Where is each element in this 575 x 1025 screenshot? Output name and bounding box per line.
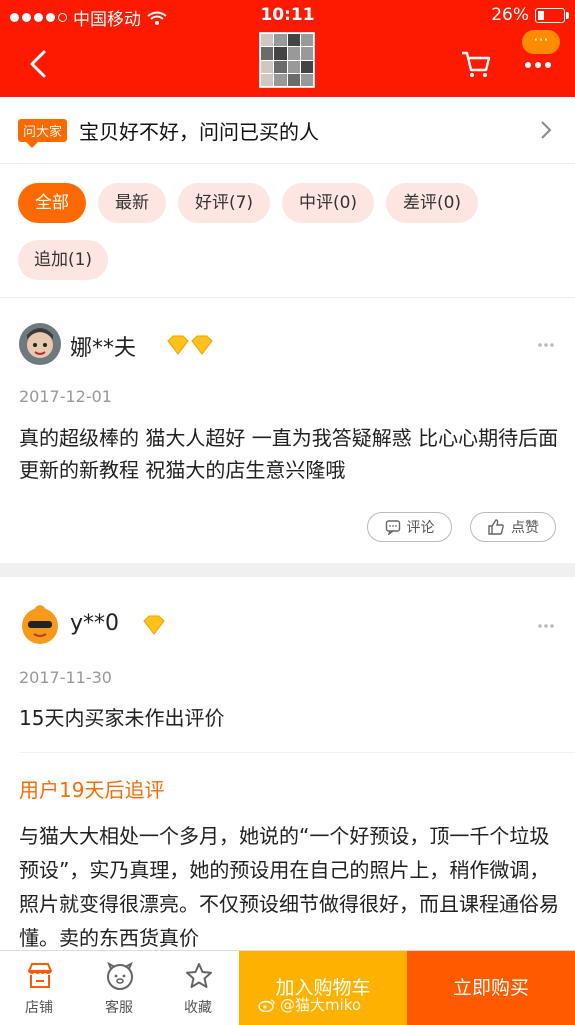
ask-text: 宝贝好不好，问问已买的人: [79, 119, 320, 144]
review-date: 2017-11-30: [19, 668, 112, 687]
avatar[interactable]: [19, 323, 61, 365]
filter-positive[interactable]: 好评(7): [178, 183, 270, 223]
more-icon[interactable]: [523, 50, 553, 80]
username: y**0: [70, 611, 120, 636]
chevron-right-icon: [541, 121, 552, 139]
battery-percent: 26%: [491, 5, 529, 25]
comment-label: 评论: [406, 520, 435, 536]
review-filters: 全部 最新 好评(7) 中评(0) 差评(0) 追加(1): [0, 164, 575, 297]
shop-label: 店铺: [25, 1000, 53, 1016]
service-icon: [107, 961, 133, 990]
shop-tab[interactable]: 店铺: [0, 951, 78, 1025]
filter-negative[interactable]: 差评(0): [386, 183, 478, 223]
append-review-title: 用户19天后追评: [19, 778, 165, 802]
review-content: 真的超级棒的 猫大人超好 一直为我答疑解惑 比心心期待后面更新的新教程 祝猫大的…: [19, 426, 559, 482]
status-time: 10:11: [260, 5, 315, 25]
append-review-content: 与猫大大相处一个多月，她说的“一个好预设，顶一千个垃圾预设”，实乃真理，她的预设…: [19, 824, 559, 950]
divider: [19, 752, 575, 753]
weibo-icon: [258, 998, 275, 1012]
like-button[interactable]: 点赞: [470, 512, 556, 542]
filter-latest[interactable]: 最新: [98, 183, 166, 223]
customer-service-tab[interactable]: 客服: [80, 951, 158, 1025]
nav-bar: ···: [0, 30, 575, 97]
comment-icon: [385, 520, 400, 535]
favorite-tab[interactable]: 收藏: [159, 951, 237, 1025]
diamond-icon: [142, 614, 166, 636]
star-icon: [186, 963, 212, 988]
filter-all[interactable]: 全部: [18, 183, 86, 223]
section-gap: [0, 563, 575, 577]
battery-icon: [535, 7, 569, 23]
ask-everyone-row[interactable]: 问大家 宝贝好不好，问问已买的人: [0, 97, 575, 164]
buy-now-button[interactable]: 立即购买: [407, 951, 575, 1025]
review-item: y**0 2017-11-30 15天内买家未作出评价 用户19天后追评 与猫大…: [0, 577, 575, 950]
ask-tag: 问大家: [18, 118, 68, 148]
service-label: 客服: [105, 1000, 133, 1016]
review-item: 娜**夫 2017-12-01 真的超级棒的 猫大人超好 一直为我答疑解惑 比心…: [0, 298, 575, 563]
favorite-label: 收藏: [184, 1000, 212, 1016]
more-options-icon[interactable]: [537, 623, 555, 629]
watermark: @猫大miko: [258, 994, 361, 1015]
watermark-text: @猫大miko: [280, 996, 362, 1014]
comment-button[interactable]: 评论: [367, 512, 452, 542]
filter-neutral[interactable]: 中评(0): [282, 183, 374, 223]
diamond-icon: [166, 334, 214, 356]
review-content: 15天内买家未作出评价: [19, 706, 225, 730]
username: 娜**夫: [70, 336, 137, 361]
cart-icon[interactable]: [460, 48, 492, 80]
avatar[interactable]: [19, 603, 61, 645]
thumbs-up-icon: [488, 519, 504, 535]
chevron-left-icon[interactable]: [24, 48, 56, 80]
filter-appended[interactable]: 追加(1): [18, 240, 108, 280]
more-options-icon[interactable]: [537, 342, 555, 348]
like-label: 点赞: [511, 520, 539, 536]
status-bar: 中国移动 10:11 26%: [0, 0, 575, 32]
store-icon: [28, 963, 52, 988]
more-badge[interactable]: ···: [522, 30, 560, 54]
product-thumbnail[interactable]: [259, 32, 315, 88]
review-date: 2017-12-01: [19, 387, 112, 406]
